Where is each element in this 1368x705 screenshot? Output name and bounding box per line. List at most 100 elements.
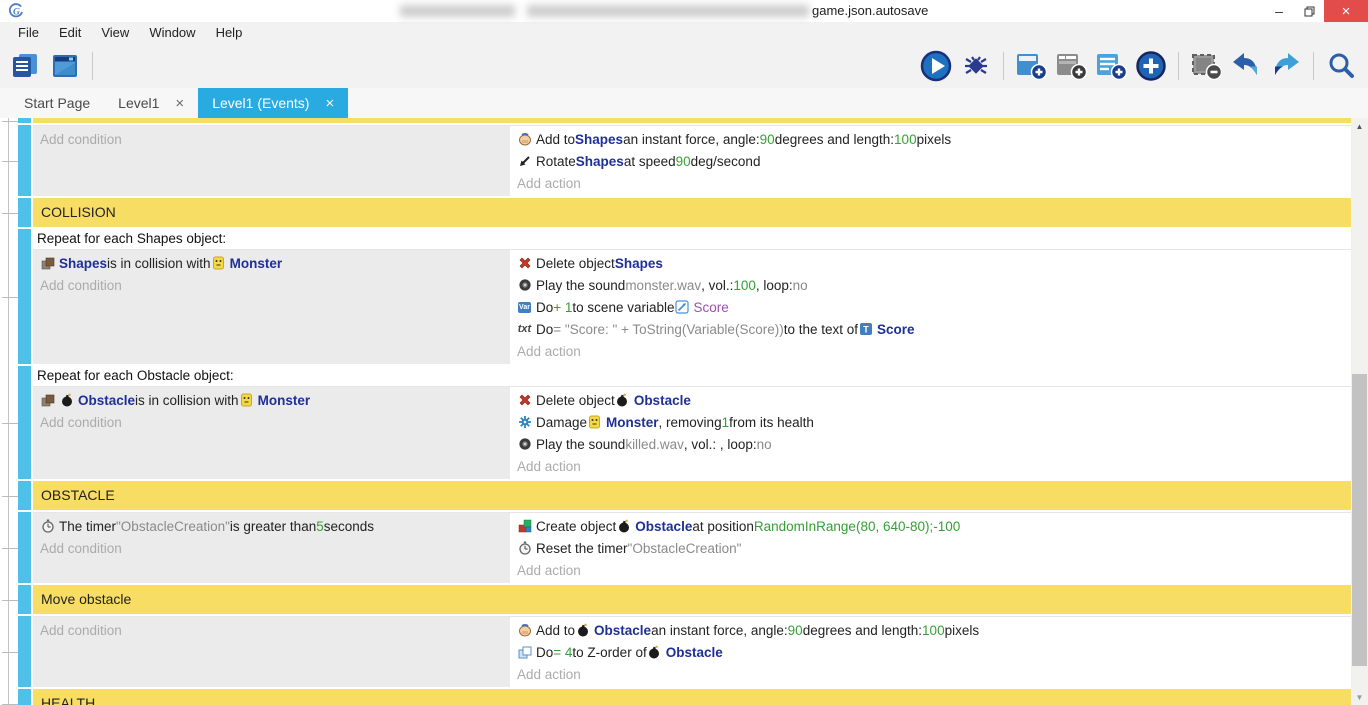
add-action-link[interactable]: Add action bbox=[517, 667, 581, 682]
menu-item-window[interactable]: Window bbox=[139, 22, 205, 44]
action-row[interactable]: Add to Shapes an instant force, angle: 9… bbox=[517, 128, 1351, 150]
add-condition-link[interactable]: Add condition bbox=[40, 278, 122, 293]
condition-cell[interactable]: Obstacle is in collision with Monster Add… bbox=[33, 387, 510, 479]
condition-cell[interactable]: Add condition bbox=[33, 126, 510, 196]
gdevelop-logo-icon: G bbox=[8, 3, 24, 24]
delete-event-icon[interactable] bbox=[1189, 49, 1223, 83]
action-cell[interactable]: Delete object ObstacleDamage Monster, re… bbox=[510, 387, 1351, 479]
collision-icon bbox=[40, 394, 55, 407]
menu-item-file[interactable]: File bbox=[8, 22, 49, 44]
scroll-down-arrow[interactable]: ▼ bbox=[1351, 689, 1368, 705]
text-segment: Do bbox=[536, 300, 553, 315]
text-segment: Shapes bbox=[576, 154, 624, 169]
condition-cell[interactable]: Add condition bbox=[33, 617, 510, 687]
action-row[interactable]: Reset the timer "ObstacleCreation" bbox=[517, 537, 1351, 559]
condition-cell[interactable]: The timer "ObstacleCreation" is greater … bbox=[33, 513, 510, 583]
menu-item-edit[interactable]: Edit bbox=[49, 22, 91, 44]
rotate-icon bbox=[517, 154, 532, 168]
add-action-link[interactable]: Add action bbox=[517, 563, 581, 578]
event-group-header[interactable]: Move obstacle bbox=[33, 585, 1351, 614]
action-row[interactable]: Add to Obstacle an instant force, angle:… bbox=[517, 619, 1351, 641]
menu-item-help[interactable]: Help bbox=[206, 22, 253, 44]
event-selection-bar[interactable] bbox=[18, 616, 31, 687]
action-row[interactable]: Delete object Obstacle bbox=[517, 389, 1351, 411]
add-condition-link[interactable]: Add condition bbox=[40, 415, 122, 430]
close-button[interactable]: × bbox=[1324, 0, 1368, 22]
action-row[interactable]: Play the sound monster.wav, vol.: 100, l… bbox=[517, 274, 1351, 296]
redo-icon[interactable] bbox=[1269, 49, 1303, 83]
add-condition-link[interactable]: Add condition bbox=[40, 132, 122, 147]
scroll-up-arrow[interactable]: ▲ bbox=[1351, 118, 1368, 134]
search-icon[interactable] bbox=[1324, 49, 1358, 83]
undo-icon[interactable] bbox=[1229, 49, 1263, 83]
scrollbar-thumb[interactable] bbox=[1352, 374, 1367, 666]
tab-bar: Start PageLevel1×Level1 (Events)× bbox=[0, 88, 1368, 118]
add-comment-icon[interactable] bbox=[1094, 49, 1128, 83]
add-condition-link[interactable]: Add condition bbox=[40, 623, 122, 638]
text-segment: Monster bbox=[230, 256, 283, 271]
obstacle-sprite-icon bbox=[616, 519, 631, 533]
tab-level1-events-[interactable]: Level1 (Events)× bbox=[198, 88, 348, 118]
debug-icon[interactable] bbox=[959, 49, 993, 83]
action-row[interactable]: Create object Obstacle at position Rando… bbox=[517, 515, 1351, 537]
event-selection-bar[interactable] bbox=[18, 198, 31, 227]
project-manager-icon[interactable] bbox=[8, 49, 42, 83]
action-row[interactable]: VarDo + 1 to scene variable Score bbox=[517, 296, 1351, 318]
force-icon bbox=[517, 132, 532, 146]
condition-cell[interactable]: Shapes is in collision with Monster Add c… bbox=[33, 250, 510, 364]
event-selection-bar[interactable] bbox=[18, 481, 31, 510]
menu-item-view[interactable]: View bbox=[91, 22, 139, 44]
tab-close-icon[interactable]: × bbox=[175, 95, 184, 112]
event-selection-bar[interactable] bbox=[18, 512, 31, 583]
action-row[interactable]: Play the sound killed.wav, vol.: , loop:… bbox=[517, 433, 1351, 455]
condition-row[interactable]: The timer "ObstacleCreation" is greater … bbox=[40, 515, 510, 537]
event-selection-bar[interactable] bbox=[18, 585, 31, 614]
text-segment: pixels bbox=[917, 132, 952, 147]
action-cell[interactable]: Add to Obstacle an instant force, angle:… bbox=[510, 617, 1351, 687]
repeat-header[interactable]: Repeat for each Shapes object: bbox=[33, 229, 1351, 249]
text-segment: Play the sound bbox=[536, 278, 625, 293]
add-action-link[interactable]: Add action bbox=[517, 459, 581, 474]
svg-text:T: T bbox=[863, 325, 869, 335]
event-selection-bar[interactable] bbox=[18, 366, 31, 479]
event-group-header[interactable]: HEALTH bbox=[33, 689, 1351, 705]
event-selection-bar[interactable] bbox=[18, 229, 31, 364]
restore-button[interactable] bbox=[1294, 0, 1324, 22]
open-scene-icon[interactable] bbox=[48, 49, 82, 83]
action-cell[interactable]: Delete object ShapesPlay the sound monst… bbox=[510, 250, 1351, 364]
toolbar-separator bbox=[1178, 52, 1179, 80]
event-selection-bar[interactable] bbox=[18, 689, 31, 705]
text-segment: 100 bbox=[733, 278, 756, 293]
add-circle-icon[interactable] bbox=[1134, 49, 1168, 83]
event-group-header[interactable]: OBSTACLE bbox=[33, 481, 1351, 510]
add-action-row: Add action bbox=[517, 340, 1351, 362]
add-action-link[interactable]: Add action bbox=[517, 344, 581, 359]
action-row[interactable]: txtDo = "Score: " + ToString(Variable(Sc… bbox=[517, 318, 1351, 340]
action-cell[interactable]: Create object Obstacle at position Rando… bbox=[510, 513, 1351, 583]
tab-start-page[interactable]: Start Page bbox=[10, 88, 104, 118]
condition-row[interactable]: Shapes is in collision with Monster bbox=[40, 252, 510, 274]
add-action-link[interactable]: Add action bbox=[517, 176, 581, 191]
tab-close-icon[interactable]: × bbox=[325, 95, 334, 112]
add-event-icon[interactable] bbox=[1014, 49, 1048, 83]
event-selection-bar[interactable] bbox=[18, 118, 31, 123]
action-row[interactable]: Damage Monster, removing 1 from its heal… bbox=[517, 411, 1351, 433]
tab-level1[interactable]: Level1× bbox=[104, 88, 198, 118]
text-segment: an instant force, angle: bbox=[623, 132, 760, 147]
condition-row[interactable]: Obstacle is in collision with Monster bbox=[40, 389, 510, 411]
add-subevent-icon[interactable] bbox=[1054, 49, 1088, 83]
play-icon[interactable] bbox=[919, 49, 953, 83]
action-row[interactable]: Rotate Shapes at speed 90deg/second bbox=[517, 150, 1351, 172]
collision-icon bbox=[40, 257, 55, 270]
action-row[interactable]: Do = 4 to Z-order of Obstacle bbox=[517, 641, 1351, 663]
vertical-scrollbar[interactable]: ▲ ▼ bbox=[1351, 118, 1368, 705]
repeat-header[interactable]: Repeat for each Obstacle object: bbox=[33, 366, 1351, 386]
add-condition-link[interactable]: Add condition bbox=[40, 541, 122, 556]
timer-icon bbox=[40, 519, 55, 533]
event-selection-bar[interactable] bbox=[18, 125, 31, 196]
minimize-button[interactable]: – bbox=[1264, 0, 1294, 22]
event-group-header[interactable]: COLLISION bbox=[33, 198, 1351, 227]
action-row[interactable]: Delete object Shapes bbox=[517, 252, 1351, 274]
action-cell[interactable]: Add to Shapes an instant force, angle: 9… bbox=[510, 126, 1351, 196]
events-sheet: Add condition Add to Shapes an instant fo… bbox=[0, 118, 1351, 705]
